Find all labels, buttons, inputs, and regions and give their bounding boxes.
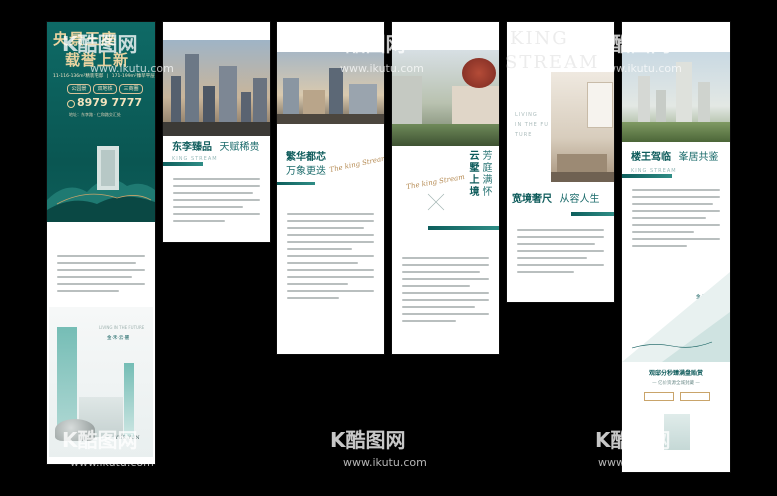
- watermark-logo-text-4: 酷图网: [77, 428, 138, 452]
- panel-4-vertical-2: 芳庭满怀: [480, 150, 491, 198]
- panel-4-script: The king Stream: [405, 172, 466, 192]
- panel-3-body-text: [287, 208, 374, 304]
- watermark-logo-topright: K酷图网: [595, 32, 671, 56]
- panel-6-title: 楼王驾临 峯居共鉴: [631, 148, 718, 163]
- watermark-logo-topcenter: K酷图网: [330, 32, 406, 56]
- tag-metro: 双地铁: [93, 84, 117, 94]
- panel-6-geometric-art: [622, 272, 730, 362]
- window-shape: [587, 82, 613, 128]
- panel-5-en-1: LIVING: [515, 112, 538, 118]
- watermark-url-bottomleft: www.ikutu.com: [70, 456, 154, 469]
- panel-2-title-main: 东李臻品: [172, 142, 212, 153]
- interior-photo: [551, 72, 614, 182]
- watermark-url-topcenter: www.ikutu.com: [340, 62, 424, 75]
- watermark-logo-bottomright: K酷图网: [595, 428, 671, 452]
- panel-4-band: [428, 226, 499, 230]
- panel-4-body-text: [402, 252, 489, 327]
- watermark-logo-bottomleft: K酷图网: [62, 428, 138, 452]
- panel-5-title-sub: 从容人生: [559, 194, 600, 205]
- panel-6-body-text: [632, 184, 720, 252]
- poster-panel-1: 央景王座 载誉上新 11-116-136m²精装宅邸 | 171-199m²臻萃…: [47, 22, 155, 464]
- panel-6-cta-1: 观邸分秒臻满盘贻赏: [648, 370, 703, 377]
- panel-6-cta-2: — 亿价资源全城封藏 —: [652, 381, 700, 386]
- panel-3-script: The king Stream: [328, 153, 384, 175]
- watermark-url-topright: www.ikutu.com: [598, 62, 682, 75]
- panel-5-body-text: [517, 224, 604, 278]
- panel-2-band: [163, 162, 203, 166]
- watermark-url-bottomright: www.ikutu.com: [598, 456, 682, 469]
- ghost-text-stream: STREAM: [505, 52, 600, 73]
- tree-icon: [462, 58, 496, 88]
- watermark-logo-text-2: 酷图网: [345, 32, 406, 56]
- card-name: 金·禾·云·麓: [107, 336, 130, 341]
- poster-panel-6: 楼王驾临 峯居共鉴 KING STREAM 金·禾·云·麓 观邸分秒臻满盘贻赏 …: [622, 22, 730, 472]
- panel-6-title-sub: 峯居共鉴: [678, 152, 719, 163]
- panel-2-body-text: [173, 173, 260, 227]
- panel-5-en-3: TURE: [515, 132, 533, 138]
- ghost-text-king: KING: [510, 28, 569, 49]
- watermark-logo-topleft: K酷图网: [62, 32, 138, 56]
- poster-panel-2: 东李臻品 天赋稀贵 KING STREAM: [163, 22, 270, 242]
- watermark-url-bottomcenter: www.ikutu.com: [343, 456, 427, 469]
- panel-5-title: 宽境奢尺 从容人生: [512, 190, 599, 205]
- panel-5-en-2: IN THE FU: [515, 122, 549, 128]
- panel-5-title-main: 宽境奢尺: [512, 194, 552, 205]
- panel-6-button-left: [644, 392, 674, 401]
- watermark-logo-bottomcenter: K酷图网: [330, 428, 406, 452]
- card-caption: LIVING IN THE FUTURE: [99, 325, 145, 330]
- panel-3-band: [277, 182, 315, 185]
- panel-4-cross-ornament: [427, 193, 445, 211]
- panel-2-title: 东李臻品 天赋稀贵: [172, 138, 259, 153]
- panel-3-title-sub-text: 万象更迭: [286, 166, 326, 177]
- city-photo: [163, 40, 270, 136]
- panel-6-title-main: 楼王驾临: [631, 152, 671, 163]
- mountain-building-art: [47, 146, 155, 222]
- panel-5-band: [571, 212, 614, 216]
- panel-2-title-sub: 天赋稀贵: [219, 142, 260, 153]
- phone-number: 8979 7777: [77, 96, 143, 109]
- panel-6-button-right: [680, 392, 710, 401]
- panel-3-title-sub: 万象更迭: [286, 162, 326, 177]
- address: 地址：东李路 · 仁和路交汇处: [69, 112, 121, 117]
- watermark-logo-text-5: 酷图网: [345, 428, 406, 452]
- panel-3-title-main: 繁华都芯: [286, 152, 326, 163]
- watermark-url-topleft: www.ikutu.com: [90, 62, 174, 75]
- panel-1-body-text: [57, 250, 145, 297]
- watermark-logo-text-6: 酷图网: [610, 428, 671, 452]
- tag-park: 公园景: [67, 84, 91, 94]
- phone-icon: [67, 100, 75, 108]
- tag-business: 三商圈: [119, 84, 143, 94]
- watermark-logo-text-3: 酷图网: [610, 32, 671, 56]
- panel-6-band: [622, 174, 672, 178]
- watermark-logo-text-1: 酷图网: [77, 32, 138, 56]
